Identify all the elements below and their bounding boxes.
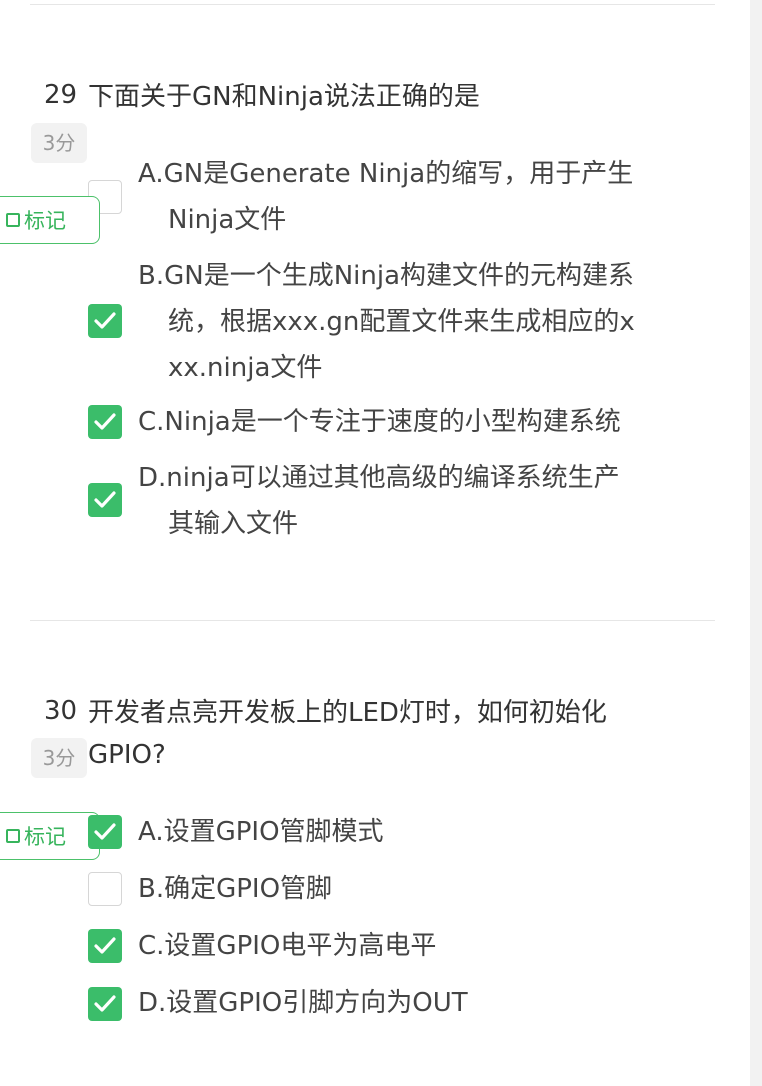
- question-divider: [30, 620, 715, 621]
- option-b-text-cont2: xx.ninja文件: [168, 353, 323, 383]
- option-a[interactable]: A.设置GPIO管脚模式: [138, 809, 698, 855]
- option-d-checkbox[interactable]: [88, 987, 122, 1021]
- option-c-text: C.Ninja是一个专注于速度的小型构建系统: [138, 407, 621, 437]
- option-b[interactable]: B.确定GPIO管脚: [138, 866, 698, 912]
- option-c-text: C.设置GPIO电平为高电平: [138, 931, 437, 961]
- option-c-checkbox[interactable]: [88, 405, 122, 439]
- mark-button[interactable]: 标记: [0, 196, 100, 244]
- top-divider: [30, 4, 715, 5]
- option-b[interactable]: B.GN是一个生成Ninja构建文件的元构建系 统，根据xxx.gn配置文件来生…: [138, 253, 698, 391]
- check-icon: [94, 823, 116, 840]
- question-number: 30: [44, 696, 78, 726]
- question-title-line1: 开发者点亮开发板上的LED灯时，如何初始化: [88, 698, 607, 728]
- option-b-checkbox[interactable]: [88, 872, 122, 906]
- option-b-text: B.GN是一个生成Ninja构建文件的元构建系: [138, 261, 635, 291]
- option-d[interactable]: D.设置GPIO引脚方向为OUT: [138, 980, 698, 1026]
- option-a-text: A.设置GPIO管脚模式: [138, 817, 384, 847]
- question-title-line2: GPIO?: [88, 740, 166, 770]
- option-c-checkbox[interactable]: [88, 929, 122, 963]
- option-b-text-cont: 统，根据xxx.gn配置文件来生成相应的x: [168, 307, 635, 337]
- flag-icon: [6, 829, 20, 843]
- option-c[interactable]: C.设置GPIO电平为高电平: [138, 923, 698, 969]
- mark-label: 标记: [24, 209, 66, 233]
- option-d-text: D.ninja可以通过其他高级的编译系统生产: [138, 463, 620, 493]
- question-title: 下面关于GN和Ninja说法正确的是: [88, 82, 480, 112]
- mark-button[interactable]: 标记: [0, 812, 100, 860]
- check-icon: [94, 995, 116, 1012]
- scrollbar-track[interactable]: [750, 0, 762, 1086]
- check-icon: [94, 937, 116, 954]
- check-icon: [94, 312, 116, 329]
- check-icon: [94, 491, 116, 508]
- option-b-text: B.确定GPIO管脚: [138, 874, 333, 904]
- option-d-text-cont: 其输入文件: [168, 509, 299, 539]
- option-c[interactable]: C.Ninja是一个专注于速度的小型构建系统: [138, 399, 698, 445]
- option-a-checkbox[interactable]: [88, 815, 122, 849]
- option-d-checkbox[interactable]: [88, 483, 122, 517]
- score-badge: 3分: [31, 123, 87, 163]
- question-number: 29: [44, 80, 78, 110]
- option-a-text: A.GN是Generate Ninja的缩写，用于产生: [138, 159, 634, 189]
- option-a[interactable]: A.GN是Generate Ninja的缩写，用于产生 Ninja文件: [138, 151, 698, 243]
- option-d[interactable]: D.ninja可以通过其他高级的编译系统生产 其输入文件: [138, 455, 698, 547]
- question-title: 开发者点亮开发板上的LED灯时，如何初始化 GPIO?: [88, 692, 698, 776]
- score-badge: 3分: [31, 738, 87, 778]
- mark-label: 标记: [24, 825, 66, 849]
- option-b-checkbox[interactable]: [88, 304, 122, 338]
- option-a-text-cont: Ninja文件: [168, 205, 287, 235]
- flag-icon: [6, 213, 20, 227]
- check-icon: [94, 413, 116, 430]
- option-d-text: D.设置GPIO引脚方向为OUT: [138, 988, 468, 1018]
